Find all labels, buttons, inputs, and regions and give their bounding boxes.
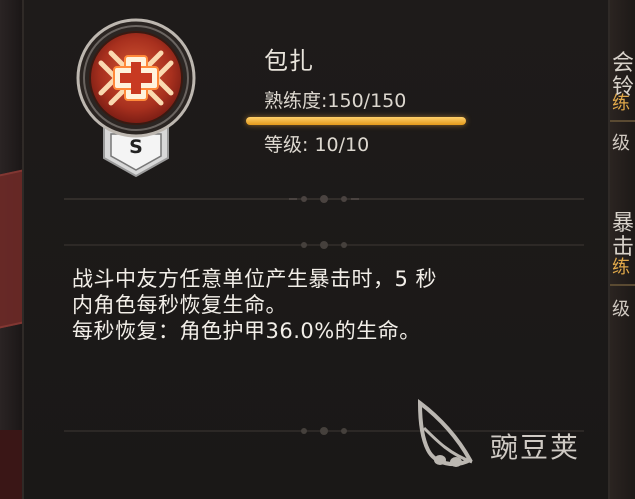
- skill-description: 战斗中友方任意单位产生暴击时，5 秒 内角色每秒恢复生命。 每秒恢复：角色护甲3…: [72, 266, 602, 344]
- adjacent-card-proficiency: 练: [612, 93, 630, 114]
- background-left-panel: [0, 0, 34, 499]
- adjacent-card-level-2: 级: [612, 299, 630, 320]
- ornament-divider-middle: [64, 241, 584, 249]
- adjacent-card-proficiency-2: 练: [612, 257, 630, 278]
- adjacent-card-level: 级: [612, 133, 630, 154]
- ornament-divider-top: [64, 195, 584, 203]
- description-line: 战斗中友方任意单位产生暴击时，5 秒: [72, 267, 438, 291]
- watermark-text: 豌豆荚: [490, 431, 581, 464]
- description-line: 内角色每秒恢复生命。: [72, 293, 287, 317]
- adjacent-card-title-2: 暴击: [612, 211, 635, 260]
- proficiency-label: 熟练度:150/150: [264, 90, 407, 112]
- adjacent-card-bar-2: [610, 284, 635, 286]
- level-label: 等级: 10/10: [264, 134, 370, 156]
- proficiency-bar: [246, 117, 466, 125]
- description-line: 每秒恢复：角色护甲36.0%的生命。: [72, 319, 421, 343]
- skill-name: 包扎: [264, 47, 314, 75]
- adjacent-card-bar: [610, 120, 635, 122]
- proficiency-bar-fill: [246, 117, 466, 125]
- background-left-bottom: [0, 430, 22, 499]
- skill-grade-letter: S: [129, 136, 143, 158]
